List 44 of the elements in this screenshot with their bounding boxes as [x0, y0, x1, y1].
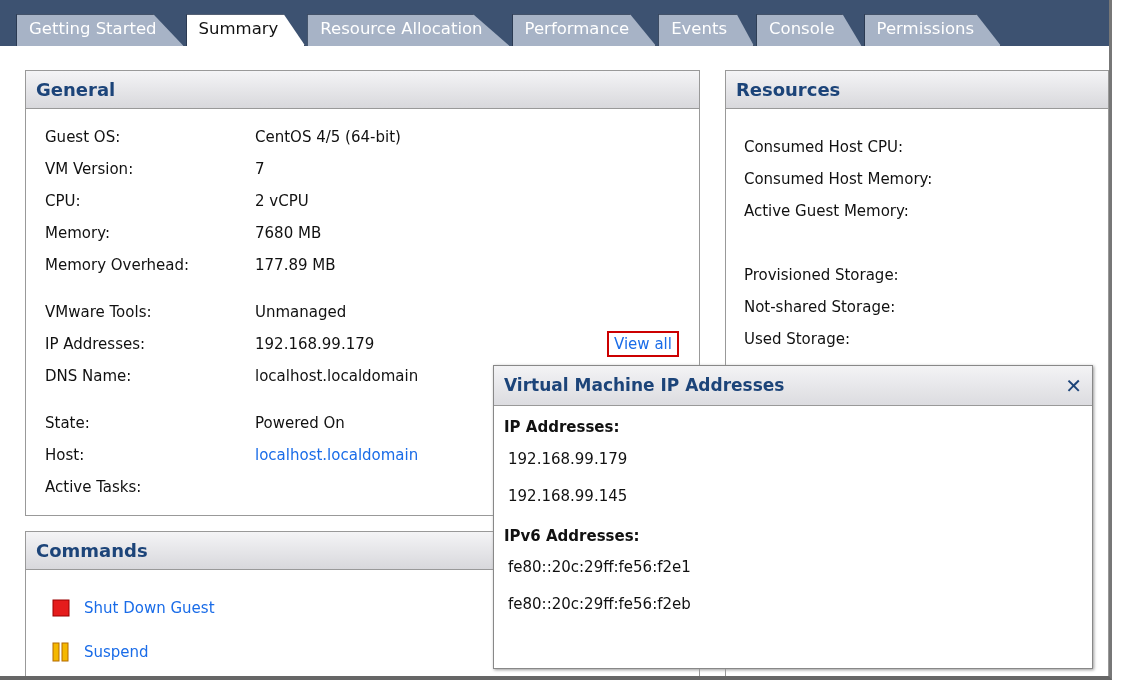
field-value: 2 vCPU	[255, 190, 309, 212]
panel-title: General	[36, 78, 116, 102]
field-label: Not-shared Storage:	[743, 296, 897, 318]
field-value: 177.89 MB	[255, 254, 336, 276]
field-label: Memory Overhead:	[45, 254, 191, 276]
field-label: CPU:	[45, 190, 82, 212]
ip-address: fe80::20c:29ff:fe56:f2eb	[508, 594, 692, 616]
field-label: Active Tasks:	[45, 476, 143, 498]
field-label: Host:	[45, 444, 86, 466]
field-label: State:	[45, 412, 91, 434]
field-label: Consumed Host CPU:	[743, 136, 904, 158]
field-value: CentOS 4/5 (64-bit)	[255, 126, 401, 148]
field-value: Unmanaged	[255, 301, 347, 323]
command-link[interactable]: Suspend	[84, 640, 149, 664]
popup-title: Virtual Machine IP Addresses	[504, 373, 785, 397]
field-label: Active Guest Memory:	[743, 200, 910, 222]
tab[interactable]: Summary	[185, 14, 306, 46]
section-heading: IPv6 Addresses:	[504, 525, 641, 547]
stop-icon	[52, 599, 70, 617]
field-label: IP Addresses:	[45, 333, 147, 355]
field-label: DNS Name:	[45, 365, 133, 387]
field-value: 7680 MB	[255, 222, 322, 244]
command-link[interactable]: Shut Down Guest	[84, 596, 215, 620]
field-label: VM Version:	[45, 158, 135, 180]
field-value: 192.168.99.179	[255, 333, 375, 355]
panel-title: Resources	[735, 78, 841, 102]
field-label: Used Storage:	[743, 328, 851, 350]
field-label: Provisioned Storage:	[743, 264, 900, 286]
pause-icon	[52, 642, 70, 662]
field-label: VMware Tools:	[45, 301, 153, 323]
ip-address: 192.168.99.145	[508, 485, 629, 507]
ip-address: fe80::20c:29ff:fe56:f2e1	[508, 557, 692, 579]
field-value: localhost.localdomain	[255, 365, 419, 387]
field-label: Consumed Host Memory:	[743, 168, 934, 190]
field-label: Guest OS:	[45, 126, 122, 148]
panel-title: Commands	[36, 539, 148, 563]
view-all-link[interactable]: View all	[607, 330, 679, 358]
ip-address: 192.168.99.179	[508, 448, 629, 470]
close-button[interactable]: ✕	[1065, 370, 1082, 401]
section-heading: IP Addresses:	[504, 417, 621, 438]
host-link[interactable]: localhost.localdomain	[255, 443, 419, 467]
field-value: 7	[255, 158, 265, 180]
field-label: Memory:	[45, 222, 111, 244]
field-value: Powered On	[255, 412, 345, 434]
